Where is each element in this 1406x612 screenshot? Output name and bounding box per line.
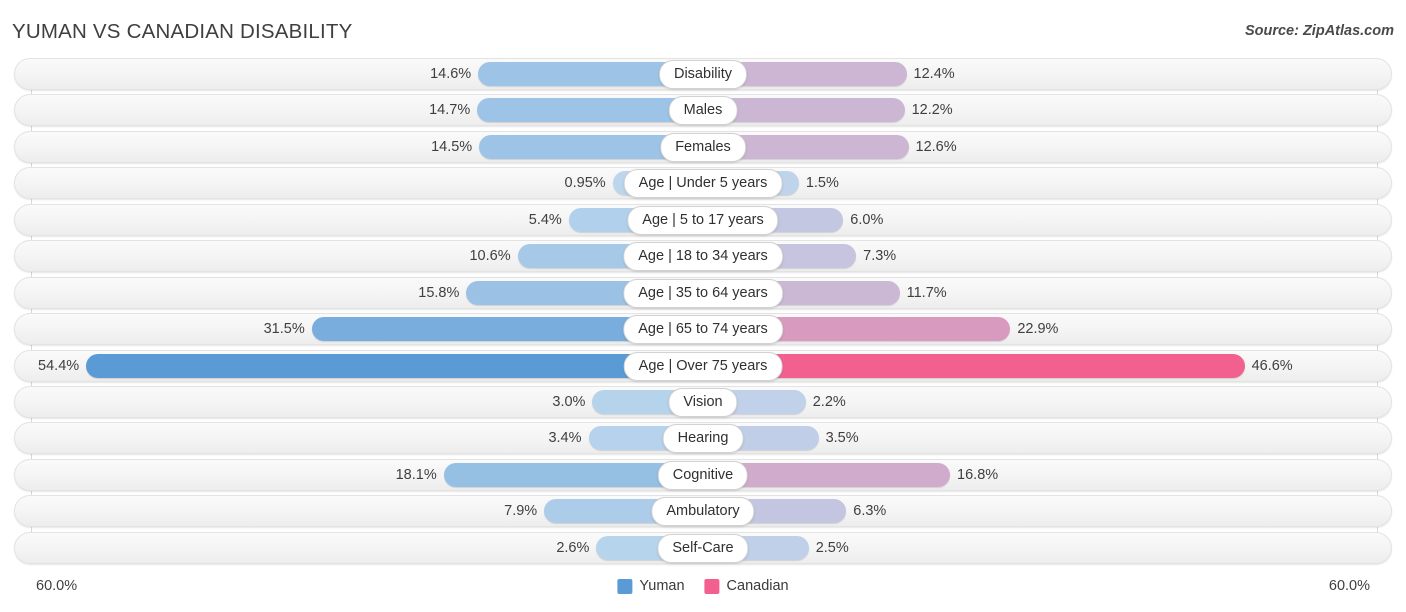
bar-row: 7.9% 6.3% Ambulatory xyxy=(0,495,1406,527)
legend-swatch-yuman xyxy=(617,579,632,594)
value-label-canadian: 22.9% xyxy=(1017,313,1137,345)
category-label-pill: Disability xyxy=(659,60,747,89)
page-title: YUMAN VS CANADIAN DISABILITY xyxy=(12,20,353,44)
category-label-pill: Age | 35 to 64 years xyxy=(623,279,783,308)
bar-row: 18.1% 16.8% Cognitive xyxy=(0,459,1406,491)
axis-label-left: 60.0% xyxy=(36,578,77,594)
value-label-canadian: 6.3% xyxy=(853,495,973,527)
value-label-canadian: 2.2% xyxy=(813,386,933,418)
bar-row: 10.6% 7.3% Age | 18 to 34 years xyxy=(0,240,1406,272)
category-label-pill: Age | Over 75 years xyxy=(624,352,783,381)
category-label-pill: Self-Care xyxy=(657,534,748,563)
value-label-yuman: 3.0% xyxy=(465,386,585,418)
source-attribution: Source: ZipAtlas.com xyxy=(1245,23,1394,39)
bar-row: 3.4% 3.5% Hearing xyxy=(0,422,1406,454)
value-label-canadian: 12.2% xyxy=(912,94,1032,126)
bar-row: 14.7% 12.2% Males xyxy=(0,94,1406,126)
value-label-yuman: 18.1% xyxy=(317,459,437,491)
category-label-pill: Age | 5 to 17 years xyxy=(627,206,778,235)
category-label-pill: Vision xyxy=(668,388,737,417)
value-label-yuman: 5.4% xyxy=(442,204,562,236)
value-label-yuman: 2.6% xyxy=(469,532,589,564)
bar-rows-container: 14.6% 12.4% Disability 14.7% 12.2% Males 14.5%… xyxy=(0,58,1406,568)
bar-row: 5.4% 6.0% Age | 5 to 17 years xyxy=(0,204,1406,236)
bar-row: 14.6% 12.4% Disability xyxy=(0,58,1406,90)
value-label-yuman: 7.9% xyxy=(417,495,537,527)
category-label-pill: Males xyxy=(669,96,738,125)
category-label-pill: Cognitive xyxy=(658,461,748,490)
value-label-yuman: 10.6% xyxy=(391,240,511,272)
value-label-canadian: 16.8% xyxy=(957,459,1077,491)
category-label-pill: Age | 18 to 34 years xyxy=(623,242,783,271)
value-label-yuman: 31.5% xyxy=(185,313,305,345)
bar-row: 54.4% 46.6% Age | Over 75 years xyxy=(0,350,1406,382)
category-label-pill: Females xyxy=(660,133,746,162)
value-label-yuman: 0.95% xyxy=(486,167,606,199)
category-label-pill: Hearing xyxy=(663,424,744,453)
bar-row: 15.8% 11.7% Age | 35 to 64 years xyxy=(0,277,1406,309)
bar-row: 14.5% 12.6% Females xyxy=(0,131,1406,163)
category-label-pill: Age | Under 5 years xyxy=(624,169,783,198)
value-label-canadian: 6.0% xyxy=(850,204,970,236)
legend-item: Yuman xyxy=(617,578,684,594)
value-label-canadian: 3.5% xyxy=(826,422,946,454)
value-label-canadian: 2.5% xyxy=(816,532,936,564)
value-label-yuman: 54.4% xyxy=(0,350,79,382)
bar-yuman xyxy=(86,354,703,378)
chart-plot-area: 14.6% 12.4% Disability 14.7% 12.2% Males 14.5%… xyxy=(0,58,1406,570)
value-label-canadian: 46.6% xyxy=(1252,350,1372,382)
axis-label-right: 60.0% xyxy=(1329,578,1370,594)
value-label-canadian: 11.7% xyxy=(907,277,1027,309)
value-label-yuman: 14.6% xyxy=(351,58,471,90)
category-label-pill: Age | 65 to 74 years xyxy=(623,315,783,344)
bar-row: 2.6% 2.5% Self-Care xyxy=(0,532,1406,564)
value-label-canadian: 7.3% xyxy=(863,240,983,272)
value-label-yuman: 3.4% xyxy=(462,422,582,454)
value-label-yuman: 14.5% xyxy=(352,131,472,163)
legend-swatch-canadian xyxy=(705,579,720,594)
legend-item: Canadian xyxy=(705,578,789,594)
chart-legend: Yuman Canadian xyxy=(617,578,788,594)
chart-footer: 60.0% 60.0% Yuman Canadian xyxy=(0,570,1406,612)
value-label-yuman: 15.8% xyxy=(339,277,459,309)
bar-row: 31.5% 22.9% Age | 65 to 74 years xyxy=(0,313,1406,345)
bar-row: 0.95% 1.5% Age | Under 5 years xyxy=(0,167,1406,199)
legend-label: Canadian xyxy=(727,578,789,594)
value-label-canadian: 1.5% xyxy=(806,167,926,199)
value-label-canadian: 12.4% xyxy=(914,58,1034,90)
category-label-pill: Ambulatory xyxy=(651,497,754,526)
value-label-yuman: 14.7% xyxy=(350,94,470,126)
legend-label: Yuman xyxy=(639,578,684,594)
bar-canadian xyxy=(703,354,1245,378)
value-label-canadian: 12.6% xyxy=(916,131,1036,163)
chart-header: YUMAN VS CANADIAN DISABILITY Source: Zip… xyxy=(0,0,1406,58)
bar-row: 3.0% 2.2% Vision xyxy=(0,386,1406,418)
